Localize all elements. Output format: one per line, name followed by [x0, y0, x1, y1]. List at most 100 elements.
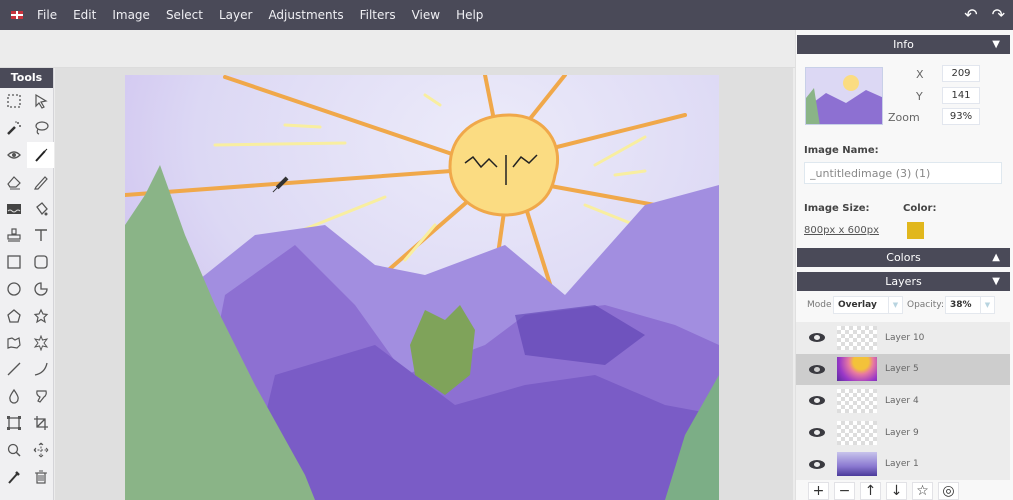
eye-icon[interactable] [809, 396, 825, 406]
color-picker-icon [7, 470, 20, 484]
color-swatch[interactable] [907, 222, 924, 239]
uk-flag-icon[interactable] [11, 11, 23, 19]
tool-trash[interactable] [27, 463, 54, 490]
info-panel-header[interactable]: Info ▼ [797, 35, 1010, 54]
tool-fill-eye[interactable] [0, 142, 27, 169]
tool-smudge[interactable] [27, 383, 54, 410]
favorite-layer-button[interactable]: ☆ [912, 482, 933, 500]
tool-magic-wand[interactable] [0, 115, 27, 142]
menu-adjustments[interactable]: Adjustments [268, 8, 343, 22]
zoom-label: Zoom [888, 111, 920, 124]
tool-lasso[interactable] [27, 115, 54, 142]
menu-file[interactable]: File [37, 8, 57, 22]
menu-edit[interactable]: Edit [73, 8, 96, 22]
tool-pentagon[interactable] [0, 302, 27, 329]
opacity-select[interactable]: 38% ▼ [945, 296, 995, 314]
layer-name: Layer 1 [885, 459, 919, 470]
brush-icon [34, 148, 47, 162]
tool-paint-bucket[interactable] [27, 195, 54, 222]
tool-blur-drop[interactable] [0, 383, 27, 410]
blend-mode-value: Overlay [838, 300, 877, 310]
eye-icon[interactable] [809, 364, 825, 374]
layer-name: Layer 5 [885, 364, 919, 375]
tool-line[interactable] [0, 356, 27, 383]
color-label: Color: [903, 203, 937, 214]
move-layer-up-button[interactable]: ↑ [860, 482, 881, 500]
collapse-arrow-icon[interactable]: ▼ [992, 272, 1000, 291]
eye-icon[interactable] [809, 333, 825, 343]
tool-stamp[interactable] [0, 222, 27, 249]
layer-thumbnail [837, 452, 877, 477]
tool-rounded-rectangle[interactable] [27, 249, 54, 276]
layer-name: Layer 10 [885, 332, 925, 343]
tool-zoom[interactable] [0, 436, 27, 463]
image-size-label: Image Size: [804, 203, 870, 214]
layer-row[interactable]: Layer 9 [796, 417, 1010, 449]
tool-pencil[interactable] [27, 168, 54, 195]
layers-list: Layer 10 Layer 5 Layer 4 Layer 9 Layer 1 [796, 322, 1010, 480]
layer-thumbnail [837, 420, 877, 445]
tool-curve[interactable] [27, 356, 54, 383]
menu-image[interactable]: Image [112, 8, 150, 22]
circle-icon [6, 282, 21, 296]
layer-row[interactable]: Layer 4 [796, 385, 1010, 417]
move-icon [33, 442, 48, 458]
y-label: Y [916, 90, 923, 103]
undo-icon[interactable]: ↶ [964, 6, 977, 24]
tool-circle[interactable] [0, 276, 27, 303]
burst-icon [33, 334, 48, 351]
menu-view[interactable]: View [412, 8, 440, 22]
tool-move[interactable] [27, 436, 54, 463]
menu-help[interactable]: Help [456, 8, 483, 22]
image-name-input[interactable] [804, 162, 1002, 184]
tool-crop[interactable] [27, 410, 54, 437]
layer-row[interactable]: Layer 10 [796, 322, 1010, 354]
fill-eye-icon [6, 151, 21, 159]
add-layer-button[interactable]: + [808, 482, 829, 500]
pie-icon [33, 282, 48, 296]
collapse-arrow-icon[interactable]: ▼ [992, 35, 1000, 54]
tool-eraser[interactable] [0, 168, 27, 195]
expand-arrow-icon[interactable]: ▲ [992, 248, 1000, 267]
image-canvas[interactable] [125, 75, 719, 500]
tool-star[interactable] [27, 302, 54, 329]
tool-freeform-shape[interactable] [0, 329, 27, 356]
stamp-icon [6, 228, 21, 242]
tool-burst[interactable] [27, 329, 54, 356]
move-layer-down-button[interactable]: ↓ [886, 482, 907, 500]
menu-layer[interactable]: Layer [219, 8, 252, 22]
layers-panel-header[interactable]: Layers ▼ [797, 272, 1010, 291]
layer-settings-button[interactable]: ◎ [938, 482, 959, 500]
pencil-icon [33, 175, 48, 190]
remove-layer-button[interactable]: − [834, 482, 855, 500]
layer-row[interactable]: Layer 5 [796, 353, 1010, 386]
tool-brush[interactable] [27, 141, 54, 169]
smudge-icon [35, 390, 47, 403]
tool-gradient[interactable] [0, 195, 27, 222]
colors-panel-title: Colors [886, 251, 921, 264]
tool-pie[interactable] [27, 276, 54, 303]
layer-thumbnail [837, 388, 877, 413]
tool-rectangle[interactable] [0, 249, 27, 276]
text-icon [34, 229, 47, 242]
magic-wand-icon [6, 121, 21, 136]
eye-icon[interactable] [809, 459, 825, 469]
tool-pointer[interactable] [27, 88, 54, 115]
chevron-down-icon: ▼ [980, 297, 994, 313]
layer-row[interactable]: Layer 1 [796, 448, 1010, 480]
menu-select[interactable]: Select [166, 8, 203, 22]
menu-filters[interactable]: Filters [360, 8, 396, 22]
tool-color-picker[interactable] [0, 463, 27, 490]
opacity-label: Opacity: [907, 300, 944, 310]
layer-thumbnail [837, 325, 877, 350]
blend-mode-select[interactable]: Overlay ▼ [833, 296, 903, 314]
layer-actions: + − ↑ ↓ ☆ ◎ [808, 482, 959, 500]
redo-icon[interactable]: ↷ [992, 6, 1005, 24]
right-panel: Info ▼ X 209 Y 141 Zoom 93% Image Name: … [795, 30, 1013, 500]
colors-panel-header[interactable]: Colors ▲ [797, 248, 1010, 267]
tool-text[interactable] [27, 222, 54, 249]
tool-transform[interactable] [0, 410, 27, 437]
image-size-link[interactable]: 800px x 600px [804, 225, 879, 236]
tool-rect-select[interactable] [0, 88, 27, 115]
eye-icon[interactable] [809, 428, 825, 438]
